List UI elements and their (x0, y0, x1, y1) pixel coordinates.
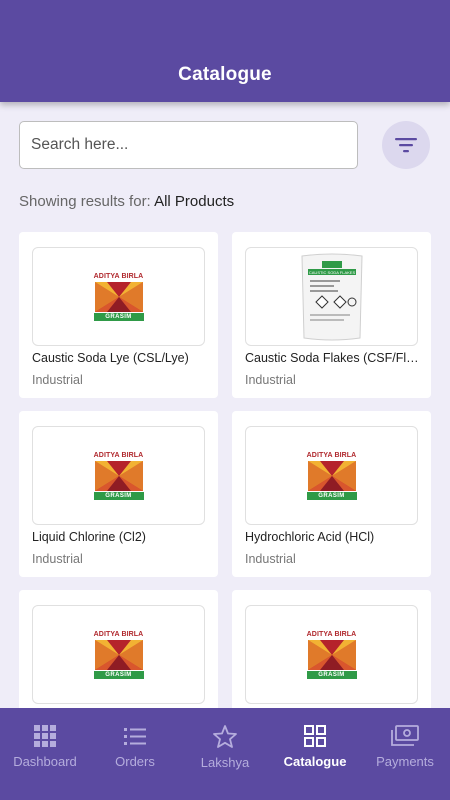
product-name: Hydrochloric Acid (HCl) (245, 530, 375, 544)
bag-label: CAUSTIC SODA FLAKES (308, 269, 355, 274)
filter-button[interactable] (382, 121, 430, 169)
aditya-birla-emblem-icon (94, 639, 143, 670)
aditya-birla-grasim-logo: ADITYA BIRLA GRASIM (306, 630, 357, 679)
logo-sub-text: GRASIM (93, 491, 144, 500)
aditya-birla-grasim-logo: ADITYA BIRLA GRASIM (93, 451, 144, 500)
logo-sub-text: GRASIM (306, 491, 357, 500)
logo-brand-text: ADITYA BIRLA (93, 451, 144, 459)
aditya-birla-grasim-logo: ADITYA BIRLA GRASIM (93, 272, 144, 321)
list-icon (124, 728, 146, 745)
logo-brand-text: ADITYA BIRLA (306, 451, 357, 459)
product-image: ADITYA BIRLA GRASIM (32, 605, 205, 704)
product-card[interactable]: ADITYA BIRLA GRASIM (19, 590, 218, 708)
logo-brand-text: ADITYA BIRLA (306, 630, 357, 638)
aditya-birla-emblem-icon (307, 460, 356, 491)
product-card[interactable]: ADITYA BIRLA GRASIM Hydrochloric Acid (H… (232, 411, 431, 577)
results-summary: Showing results for: All Products (19, 193, 234, 210)
aditya-birla-grasim-logo: ADITYA BIRLA GRASIM (306, 451, 357, 500)
nav-lakshya[interactable]: Lakshya (180, 708, 270, 800)
aditya-birla-grasim-logo: ADITYA BIRLA GRASIM (93, 630, 144, 679)
logo-sub-text: GRASIM (306, 670, 357, 679)
nav-label: Orders (115, 754, 155, 769)
product-name: Caustic Soda Flakes (CSF/Fla... (245, 351, 421, 365)
product-card[interactable]: ADITYA BIRLA GRASIM Liquid Chlorine (Cl2… (19, 411, 218, 577)
nav-payments[interactable]: Payments (360, 708, 450, 800)
product-image: CAUSTIC SODA FLAKES (245, 247, 418, 346)
nav-label: Payments (376, 754, 434, 769)
product-name: Liquid Chlorine (Cl2) (32, 530, 146, 544)
results-prefix: Showing results for: (19, 193, 151, 210)
caustic-soda-flakes-bag-image: CAUSTIC SODA FLAKES (300, 253, 363, 340)
product-image: ADITYA BIRLA GRASIM (32, 247, 205, 346)
product-category: Industrial (245, 552, 296, 566)
grid-dots-icon (34, 725, 56, 747)
logo-sub-text: GRASIM (93, 312, 144, 321)
product-grid: ADITYA BIRLA GRASIM Caustic Soda Lye (CS… (19, 232, 431, 708)
logo-brand-text: ADITYA BIRLA (93, 272, 144, 280)
banknote-icon (391, 725, 419, 746)
logo-brand-text: ADITYA BIRLA (93, 630, 144, 638)
app-header: Catalogue (0, 0, 450, 102)
results-filter-value: All Products (154, 193, 235, 210)
product-category: Industrial (245, 373, 296, 387)
product-image: ADITYA BIRLA GRASIM (32, 426, 205, 525)
aditya-birla-emblem-icon (94, 281, 143, 312)
nav-label: Catalogue (283, 754, 347, 769)
product-name: Caustic Soda Lye (CSL/Lye) (32, 351, 189, 365)
product-category: Industrial (32, 552, 83, 566)
filter-icon (395, 138, 417, 153)
catalogue-grid-icon (304, 725, 326, 747)
product-card[interactable]: ADITYA BIRLA GRASIM (232, 590, 431, 708)
bottom-navigation: Dashboard Orders Lakshya Catalogue Payme… (0, 708, 450, 800)
aditya-birla-emblem-icon (307, 639, 356, 670)
search-row (19, 121, 431, 169)
logo-sub-text: GRASIM (93, 670, 144, 679)
aditya-birla-emblem-icon (94, 460, 143, 491)
nav-catalogue[interactable]: Catalogue (270, 708, 360, 800)
nav-dashboard[interactable]: Dashboard (0, 708, 90, 800)
nav-label: Lakshya (200, 755, 250, 770)
nav-orders[interactable]: Orders (90, 708, 180, 800)
star-icon (213, 725, 237, 748)
search-input[interactable] (19, 121, 358, 169)
page-title: Catalogue (178, 64, 272, 85)
product-category: Industrial (32, 373, 83, 387)
product-card[interactable]: ADITYA BIRLA GRASIM Caustic Soda Lye (CS… (19, 232, 218, 398)
product-image: ADITYA BIRLA GRASIM (245, 426, 418, 525)
nav-label: Dashboard (13, 754, 77, 769)
product-image: ADITYA BIRLA GRASIM (245, 605, 418, 704)
product-card[interactable]: CAUSTIC SODA FLAKES Caustic Soda Flakes … (232, 232, 431, 398)
